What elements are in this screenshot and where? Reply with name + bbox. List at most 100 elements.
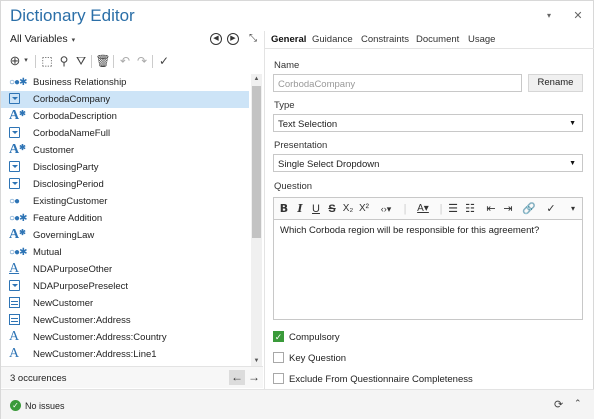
list-item[interactable]: CorbodaNameFull xyxy=(1,125,249,142)
previous-circle-icon[interactable]: ◀ xyxy=(210,33,222,45)
add-dropdown-icon[interactable]: ▾ xyxy=(18,53,34,69)
list-item-label: DisclosingParty xyxy=(33,162,99,173)
list-item-label: NDAPurposePreselect xyxy=(33,281,129,292)
tab-bar: General Guidance Constraints Document Us… xyxy=(265,31,594,49)
list-item-label: NewCustomer:Address xyxy=(33,315,131,326)
chevron-up-icon[interactable]: ⌃ xyxy=(574,398,582,409)
name-input[interactable]: CorbodaCompany xyxy=(273,74,522,92)
close-icon[interactable]: ✕ xyxy=(571,9,585,23)
list-item-label: Mutual xyxy=(33,247,62,258)
rename-button[interactable]: Rename xyxy=(528,74,583,92)
bullet-list-icon[interactable]: ☰ xyxy=(446,201,460,217)
rich-text-toolbar: B I U S X₂ X² ‹›▾ | A▾ | ☰ ☷ ⇤ ⇥ 🔗 ✓ ▾ xyxy=(273,197,583,219)
list-item-label: CorbodaNameFull xyxy=(33,128,111,139)
list-item[interactable]: NDAPurposePreselect xyxy=(1,278,249,295)
list-item[interactable]: A NewCustomer:Address:Country xyxy=(1,329,249,346)
toolbar-separator xyxy=(35,55,36,68)
tab-document[interactable]: Document xyxy=(416,34,459,45)
chevron-down-icon[interactable]: ▾ xyxy=(542,9,556,23)
list-item[interactable]: DisclosingPeriod xyxy=(1,176,249,193)
check-circle-icon: ✓ xyxy=(10,400,21,411)
code-dropdown-icon[interactable]: ‹›▾ xyxy=(374,201,398,217)
list-item-label: Business Relationship xyxy=(33,77,127,88)
dots-star-icon: ○●✱ xyxy=(9,247,27,258)
list-item-label: NewCustomer xyxy=(33,298,94,309)
list-item[interactable]: NewCustomer xyxy=(1,295,249,312)
list-item[interactable]: ○●✱ Business Relationship xyxy=(1,74,249,91)
refresh-icon[interactable]: ⟳ xyxy=(554,398,563,411)
tab-general[interactable]: General xyxy=(271,34,306,45)
text-star-icon: A✱ xyxy=(9,142,26,157)
pane-divider[interactable] xyxy=(264,31,265,389)
list-item[interactable]: A NDAPurposeOther xyxy=(1,261,249,278)
tab-constraints[interactable]: Constraints xyxy=(361,34,409,45)
chevron-down-icon: ▼ xyxy=(569,160,576,167)
link-icon[interactable]: 🔗 xyxy=(522,201,536,217)
bold-icon[interactable]: B xyxy=(277,201,291,217)
delete-icon[interactable]: 🗑 xyxy=(95,53,111,69)
filter-icon[interactable]: ⛛ xyxy=(73,53,89,69)
outdent-icon[interactable]: ⇤ xyxy=(484,201,498,217)
font-color-icon[interactable]: A▾ xyxy=(412,201,434,217)
numbered-list-icon[interactable]: ☷ xyxy=(463,201,477,217)
more-options-icon[interactable]: ▾ xyxy=(566,201,580,217)
superscript-icon[interactable]: X² xyxy=(357,201,371,217)
list-item[interactable]: NewCustomer:Address xyxy=(1,312,249,329)
question-editor[interactable]: Which Corboda region will be responsible… xyxy=(273,219,583,320)
text-icon: A xyxy=(9,329,20,344)
list-item[interactable]: ○●✱ Mutual xyxy=(1,244,249,261)
dropdown-icon xyxy=(9,280,25,293)
list-item[interactable]: ○● ExistingCustomer xyxy=(1,193,249,210)
list-item-label: ExistingCustomer xyxy=(33,196,108,207)
indent-icon[interactable]: ⇥ xyxy=(501,201,515,217)
list-item[interactable]: ○●✱ Feature Addition xyxy=(1,210,249,227)
title-bar: Dictionary Editor ▾ ✕ xyxy=(1,1,594,31)
list-item[interactable]: A✱ CorbodaDescription xyxy=(1,108,249,125)
undo-icon[interactable]: ↶ xyxy=(117,53,133,69)
occurrences-bar: 3 occurences ← → xyxy=(1,366,263,388)
exclude-completeness-checkbox[interactable] xyxy=(273,373,284,384)
presentation-select[interactable]: Single Select Dropdown ▼ xyxy=(273,154,583,172)
search-icon[interactable]: ⚲ xyxy=(56,53,72,69)
presentation-label: Presentation xyxy=(274,140,328,151)
dropdown-icon xyxy=(9,93,25,106)
type-select[interactable]: Text Selection ▼ xyxy=(273,114,583,132)
toolbar-separator xyxy=(113,55,114,68)
dropdown-icon xyxy=(9,127,25,140)
variables-pane: All Variables ▾ ◀ ▶ ⤡ ⊕ ▾ ⬚ ⚲ ⛛ 🗑 ↶ ↷ ✓ ○… xyxy=(1,31,265,389)
dots-icon: ○● xyxy=(9,196,20,207)
tab-guidance[interactable]: Guidance xyxy=(312,34,353,45)
arrow-right-icon[interactable]: → xyxy=(246,370,262,385)
list-item[interactable]: A✱ GoverningLaw xyxy=(1,227,249,244)
variables-list: ○●✱ Business Relationship CorbodaCompany … xyxy=(1,74,249,366)
subscript-icon[interactable]: X₂ xyxy=(341,201,355,217)
next-circle-icon[interactable]: ▶ xyxy=(227,33,239,45)
variable-filter-dropdown[interactable]: All Variables ▾ xyxy=(10,33,75,45)
spellcheck-icon[interactable]: ✓ xyxy=(544,201,558,217)
key-question-checkbox[interactable] xyxy=(273,352,284,363)
scroll-down-icon[interactable]: ▼ xyxy=(251,356,262,366)
text-icon: A xyxy=(9,346,20,361)
italic-icon[interactable]: I xyxy=(293,201,307,217)
dots-star-icon: ○●✱ xyxy=(9,77,27,88)
scroll-up-icon[interactable]: ▲ xyxy=(251,74,262,84)
redo-icon[interactable]: ↷ xyxy=(134,53,150,69)
goto-icon[interactable]: ⬚ xyxy=(39,53,55,69)
text-star-icon: A✱ xyxy=(9,108,26,123)
list-item-label: GoverningLaw xyxy=(33,230,95,241)
list-item[interactable]: DisclosingParty xyxy=(1,159,249,176)
window-title: Dictionary Editor xyxy=(10,6,135,25)
list-item[interactable]: A NewCustomer:Address:Line1 xyxy=(1,346,249,363)
type-value: Text Selection xyxy=(278,119,338,130)
underline-icon[interactable]: U xyxy=(309,201,323,217)
dropdown-icon xyxy=(9,178,25,191)
strikethrough-icon[interactable]: S xyxy=(325,201,339,217)
tab-usage[interactable]: Usage xyxy=(468,34,495,45)
compulsory-checkbox[interactable]: ✓ xyxy=(273,331,284,342)
collapse-pane-icon[interactable]: ⤡ xyxy=(249,33,257,44)
arrow-left-icon[interactable]: ← xyxy=(229,370,245,385)
list-item[interactable]: CorbodaCompany xyxy=(1,91,249,108)
spellcheck-icon[interactable]: ✓ xyxy=(156,53,172,69)
list-item[interactable]: A✱ Customer xyxy=(1,142,249,159)
scrollbar-thumb[interactable] xyxy=(252,86,261,238)
